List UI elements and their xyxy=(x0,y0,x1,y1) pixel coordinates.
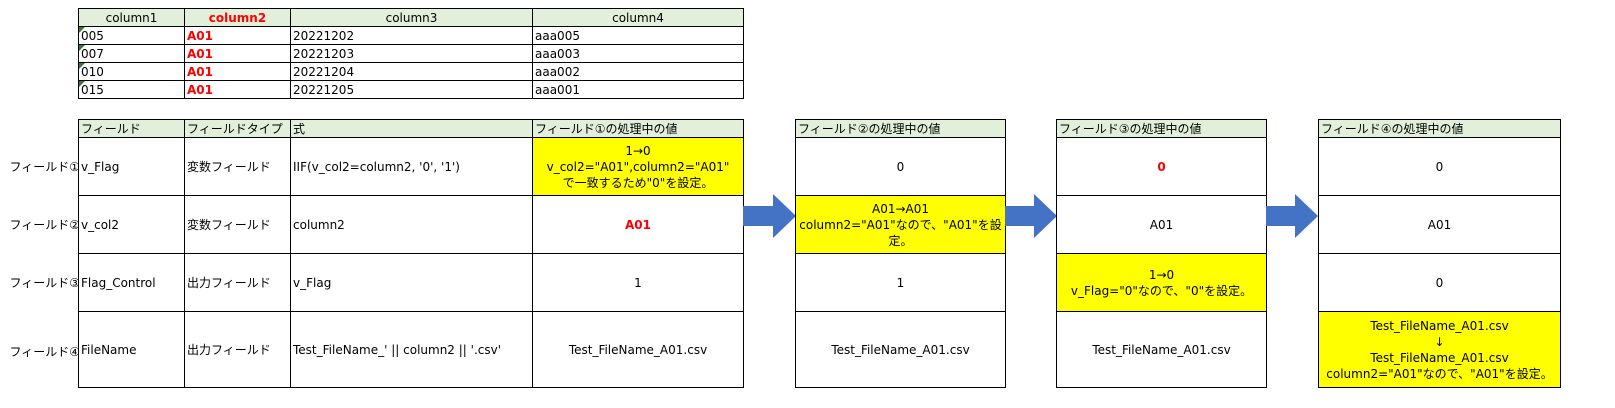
table-row: v_col2 変数フィールド column2 A01 xyxy=(78,195,744,254)
table-row: v_Flag 変数フィールド IIF(v_col2=column2, '0', … xyxy=(78,137,744,196)
row-label-field1: フィールド① xyxy=(9,160,80,174)
field-type: 出力フィールド xyxy=(184,311,291,388)
table-cell: 005 xyxy=(78,26,185,45)
table-cell: A01 xyxy=(184,80,291,99)
stage4-value-table: フィールド④の処理中の値 0 A01 0 Test_FileName_A01.c… xyxy=(1318,119,1561,388)
table-cell: A01 xyxy=(184,62,291,81)
stage2-value-table: フィールド②の処理中の値 0 A01→A01 column2="A01"なので、… xyxy=(795,119,1006,388)
value-line: で一致するため"0"を設定。 xyxy=(562,175,714,190)
field-type: 変数フィールド xyxy=(184,137,291,196)
stage2-value-cell: 0 xyxy=(795,137,1006,196)
table-cell: aaa005 xyxy=(532,26,744,45)
stage4-value-cell: 0 xyxy=(1318,137,1561,196)
value-line: v_col2="A01",column2="A01" xyxy=(546,159,730,174)
table-cell: 20221202 xyxy=(290,26,533,45)
table-cell: 20221205 xyxy=(290,80,533,99)
stage1-value-cell: 1→0 v_col2="A01",column2="A01" で一致するため"0… xyxy=(532,137,744,196)
table-cell: aaa003 xyxy=(532,44,744,63)
stage4-value-cell: 0 xyxy=(1318,253,1561,312)
table-cell: 015 xyxy=(78,80,185,99)
table-row: 005 A01 20221202 aaa005 xyxy=(78,26,744,45)
table-cell: 007 xyxy=(78,44,185,63)
table-row: 007 A01 20221203 aaa003 xyxy=(78,44,744,63)
arrow-right-icon xyxy=(1005,194,1057,238)
row-label-field3: フィールド③ xyxy=(9,276,80,290)
table-cell: A01 xyxy=(184,26,291,45)
table-row: 015 A01 20221205 aaa001 xyxy=(78,80,744,99)
source-data-table: column1 column2 column3 column4 005 A01 … xyxy=(78,8,744,99)
column-header-4: column4 xyxy=(532,8,744,27)
stage4-value-cell: A01 xyxy=(1318,195,1561,254)
row-label-field4: フィールド④ xyxy=(9,345,80,359)
column-header-1: column1 xyxy=(78,8,185,27)
stage3-header: フィールド③の処理中の値 xyxy=(1056,119,1267,138)
field-type: 変数フィールド xyxy=(184,195,291,254)
value-line: 定。 xyxy=(888,233,913,248)
table-cell: 20221203 xyxy=(290,44,533,63)
column-header-3: column3 xyxy=(290,8,533,27)
field-name: Flag_Control xyxy=(78,253,185,312)
table-cell: aaa001 xyxy=(532,80,744,99)
field-definition-table: フィールド フィールドタイプ 式 フィールド①の処理中の値 v_Flag 変数フ… xyxy=(78,119,744,388)
stage4-header: フィールド④の処理中の値 xyxy=(1318,119,1561,138)
value-line: column2="A01"なので、"A01"を設 xyxy=(799,217,1002,232)
header-expression: 式 xyxy=(290,119,533,138)
stage2-value-cell: A01→A01 column2="A01"なので、"A01"を設 定。 xyxy=(795,195,1006,254)
stage1-value-cell: Test_FileName_A01.csv xyxy=(532,311,744,388)
arrow-right-icon xyxy=(743,194,796,238)
value-line: column2="A01"なので、"A01"を設定。 xyxy=(1326,366,1553,381)
table-cell: 010 xyxy=(78,62,185,81)
table-cell: A01 xyxy=(184,44,291,63)
table-cell: 20221204 xyxy=(290,62,533,81)
arrow-right-icon xyxy=(1266,194,1318,238)
field-type: 出力フィールド xyxy=(184,253,291,312)
value-line: A01→A01 xyxy=(871,201,929,216)
header-stage1-value: フィールド①の処理中の値 xyxy=(532,119,744,138)
column-header-2: column2 xyxy=(184,8,291,27)
stage3-value-cell: 1→0 v_Flag="0"なので、"0"を設定。 xyxy=(1056,253,1267,312)
field-expression: Test_FileName_' || column2 || '.csv' xyxy=(290,311,533,388)
value-line: ↓ xyxy=(1434,334,1445,349)
stage4-value-cell: Test_FileName_A01.csv ↓ Test_FileName_A0… xyxy=(1318,311,1561,388)
value-line: 1→0 xyxy=(625,143,651,158)
value-line: Test_FileName_A01.csv xyxy=(1370,318,1509,333)
table-row: Flag_Control 出力フィールド v_Flag 1 xyxy=(78,253,744,312)
stage3-value-cell: 0 xyxy=(1056,137,1267,196)
value-line: 1→0 xyxy=(1148,267,1175,282)
field-name: v_Flag xyxy=(78,137,185,196)
field-expression: column2 xyxy=(290,195,533,254)
stage2-header: フィールド②の処理中の値 xyxy=(795,119,1006,138)
row-label-field2: フィールド② xyxy=(9,218,80,232)
field-name: FileName xyxy=(78,311,185,388)
field-expression: IIF(v_col2=column2, '0', '1') xyxy=(290,137,533,196)
value-line: v_Flag="0"なので、"0"を設定。 xyxy=(1070,283,1253,298)
value-line: Test_FileName_A01.csv xyxy=(1370,350,1509,365)
stage3-value-table: フィールド③の処理中の値 0 A01 1→0 v_Flag="0"なので、"0"… xyxy=(1056,119,1267,388)
table-row: 010 A01 20221204 aaa002 xyxy=(78,62,744,81)
field-expression: v_Flag xyxy=(290,253,533,312)
header-field-type: フィールドタイプ xyxy=(184,119,291,138)
stage2-value-cell: Test_FileName_A01.csv xyxy=(795,311,1006,388)
stage3-value-cell: A01 xyxy=(1056,195,1267,254)
stage2-value-cell: 1 xyxy=(795,253,1006,312)
stage3-value-cell: Test_FileName_A01.csv xyxy=(1056,311,1267,388)
stage1-value-cell: 1 xyxy=(532,253,744,312)
stage1-value-cell: A01 xyxy=(532,195,744,254)
header-field: フィールド xyxy=(78,119,185,138)
table-cell: aaa002 xyxy=(532,62,744,81)
table-row: FileName 出力フィールド Test_FileName_' || colu… xyxy=(78,311,744,388)
field-name: v_col2 xyxy=(78,195,185,254)
